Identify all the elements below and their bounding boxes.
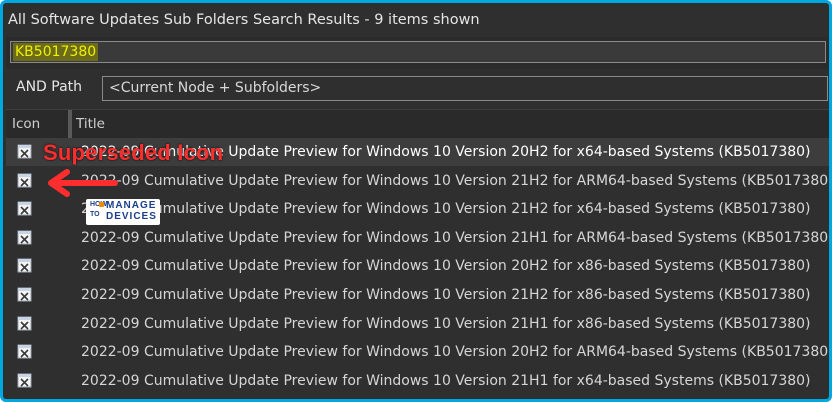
table-row[interactable]: 2022-09 Cumulative Update Preview for Wi… xyxy=(6,282,829,309)
app-window: All Software Updates Sub Folders Search … xyxy=(0,0,832,402)
superseded-update-icon xyxy=(17,344,32,359)
grid-header: Icon Title xyxy=(6,109,829,139)
path-input[interactable]: <Current Node + Subfolders> xyxy=(102,76,828,101)
watermark-text: TO xyxy=(90,211,100,218)
watermark-text: MANAGE xyxy=(106,200,157,211)
superseded-update-icon xyxy=(17,258,32,273)
superseded-update-icon xyxy=(17,173,32,188)
row-title: 2022-09 Cumulative Update Preview for Wi… xyxy=(81,287,811,303)
window-title: All Software Updates Sub Folders Search … xyxy=(8,12,480,28)
superseded-update-icon xyxy=(17,230,32,245)
row-title: 2022-09 Cumulative Update Preview for Wi… xyxy=(81,229,832,246)
table-row[interactable]: 2022-09 Cumulative Update Preview for Wi… xyxy=(6,311,829,338)
table-row[interactable]: 2022-09 Cumulative Update Preview for Wi… xyxy=(6,253,829,280)
path-criteria-row: AND Path <Current Node + Subfolders> xyxy=(6,73,829,105)
superseded-update-icon xyxy=(17,287,32,302)
superseded-update-icon xyxy=(17,201,32,216)
column-header-title[interactable]: Title xyxy=(76,116,105,132)
row-title: 2022-09 Cumulative Update Preview for Wi… xyxy=(81,372,811,389)
watermark-logo: HOW TO MANAGE DEVICES xyxy=(86,199,160,225)
row-title: 2022-09 Cumulative Update Preview for Wi… xyxy=(81,344,832,361)
row-title: 2022-09 Cumulative Update Preview for Wi… xyxy=(81,258,811,275)
table-row[interactable]: 2022-09 Cumulative Update Preview for Wi… xyxy=(6,368,829,395)
row-title: 2022-09 Cumulative Update Preview for Wi… xyxy=(81,172,832,189)
watermark-text: DEVICES xyxy=(106,211,157,222)
search-input[interactable]: KB5017380 xyxy=(10,41,826,63)
row-title: 2022-09 Cumulative Update Preview for Wi… xyxy=(81,315,811,332)
annotation-label: Superseded Icon xyxy=(43,140,224,165)
row-title: 2022-09 Cumulative Update Preview for Wi… xyxy=(81,201,811,218)
search-input-value: KB5017380 xyxy=(13,43,99,61)
watermark-dot xyxy=(99,202,104,207)
superseded-update-icon xyxy=(17,144,32,159)
table-row[interactable]: 2022-09 Cumulative Update Preview for Wi… xyxy=(6,339,832,366)
superseded-update-icon xyxy=(17,373,32,388)
arrow-left-icon xyxy=(48,169,118,197)
table-row[interactable]: 2022-09 Cumulative Update Preview for Wi… xyxy=(6,225,832,252)
search-bar: KB5017380 xyxy=(6,37,829,69)
superseded-update-icon xyxy=(17,316,32,331)
path-label: AND Path xyxy=(16,79,83,95)
table-row[interactable]: 2022-09 Cumulative Update Preview for Wi… xyxy=(6,168,832,195)
column-resize-handle[interactable] xyxy=(68,110,72,138)
column-header-icon[interactable]: Icon xyxy=(12,116,40,132)
